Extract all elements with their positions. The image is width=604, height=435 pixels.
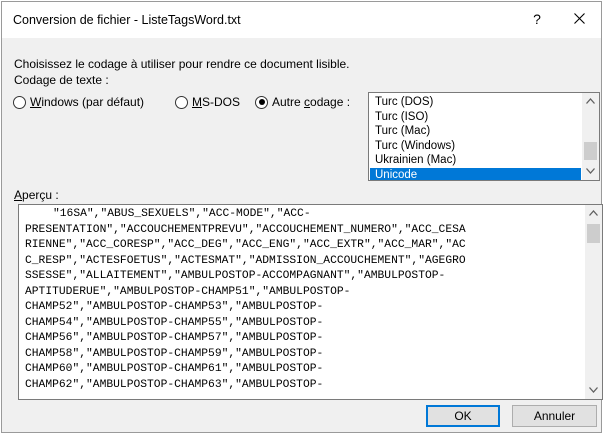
preview-line: CHAMP52","AMBULPOSTOP-CHAMP53","AMBULPOS…: [25, 301, 324, 314]
encoding-option[interactable]: Ukrainien (Mac): [370, 153, 581, 168]
preview-line: "16SA","ABUS_SEXUELS","ACC-MODE","ACC-: [53, 208, 311, 220]
encoding-option[interactable]: Unicode: [370, 167, 581, 180]
title-bar: Conversion de fichier - ListeTagsWord.tx…: [2, 2, 601, 38]
radio-button-windows[interactable]: [13, 95, 26, 109]
preview-line: CHAMP60","AMBULPOSTOP-CHAMP61","AMBULPOS…: [25, 363, 324, 376]
preview-text: "16SA","ABUS_SEXUELS","ACC-MODE","ACC- PR…: [25, 207, 581, 394]
radio-windows-label: Windows (par défaut): [30, 95, 145, 109]
preview-scroll-thumb[interactable]: [587, 224, 600, 243]
radio-button-other-encoding[interactable]: [255, 95, 268, 109]
chevron-down-icon: [586, 168, 595, 174]
preview-line: CHAMP62","AMBULPOSTOP-CHAMP63","AMBULPOS…: [25, 379, 324, 392]
encoding-option[interactable]: Turc (ISO): [370, 110, 581, 125]
radio-msdos-label: MS-DOS: [192, 95, 241, 109]
radio-windows-default[interactable]: Windows (par défaut): [13, 93, 144, 111]
preview-label: Aperçu :: [14, 188, 59, 202]
preview-line: C_RESP","ACTESFOETUS","ACTESMAT","ADMISS…: [25, 254, 466, 267]
preview-line: APTITUDERUE","AMBULPOSTOP-CHAMP51","AMBU…: [25, 285, 351, 298]
preview-scrollbar[interactable]: [585, 205, 602, 399]
radio-msdos[interactable]: MS-DOS: [175, 93, 240, 111]
scroll-up-button[interactable]: [582, 93, 599, 110]
radio-other-encoding[interactable]: Autre codage :: [255, 93, 350, 111]
preview-scroll-down-button[interactable]: [585, 382, 602, 399]
preview-scroll-up-button[interactable]: [585, 205, 602, 222]
cancel-button[interactable]: Annuler: [512, 405, 597, 427]
encoding-option[interactable]: Turc (Windows): [370, 139, 581, 154]
preview-line: PRESENTATION","ACCOUCHEMENTPREVU","ACCOU…: [25, 223, 466, 236]
instruction-text: Choisissez le codage à utiliser pour ren…: [14, 57, 350, 71]
encoding-group-label: Codage de texte :: [14, 73, 109, 87]
encoding-list-items: Turc (DOS) Turc (ISO) Turc (Mac) Turc (Wind…: [370, 95, 581, 180]
encoding-option[interactable]: Turc (DOS): [370, 95, 581, 110]
encoding-listbox-scrollbar[interactable]: [582, 93, 599, 180]
chevron-up-icon: [586, 98, 595, 104]
preview-line: CHAMP56","AMBULPOSTOP-CHAMP57","AMBULPOS…: [25, 332, 324, 345]
help-button[interactable]: ?: [522, 5, 552, 33]
preview-line: RIENNE","ACC_CORESP","ACC_DEG","ACC_ENG"…: [25, 239, 466, 252]
encoding-listbox[interactable]: Turc (DOS) Turc (ISO) Turc (Mac) Turc (Wind…: [368, 92, 600, 181]
preview-line: SSESSE","ALLAITEMENT","AMBULPOSTOP-ACCOM…: [25, 270, 446, 283]
scroll-down-button[interactable]: [582, 163, 599, 180]
preview-pane[interactable]: "16SA","ABUS_SEXUELS","ACC-MODE","ACC- PR…: [18, 204, 603, 400]
window-title: Conversion de fichier - ListeTagsWord.tx…: [13, 13, 241, 27]
chevron-up-icon: [589, 210, 598, 216]
radio-other-label: Autre codage :: [272, 95, 351, 109]
radio-button-msdos[interactable]: [175, 95, 188, 109]
ok-button[interactable]: OK: [426, 405, 500, 427]
preview-line: CHAMP58","AMBULPOSTOP-CHAMP59","AMBULPOS…: [25, 347, 324, 360]
chevron-down-icon: [589, 387, 598, 393]
close-icon: [574, 13, 585, 24]
file-conversion-dialog: Conversion de fichier - ListeTagsWord.tx…: [1, 1, 603, 433]
scroll-thumb[interactable]: [584, 142, 597, 160]
encoding-option[interactable]: Turc (Mac): [370, 124, 581, 139]
preview-line: CHAMP54","AMBULPOSTOP-CHAMP55","AMBULPOS…: [25, 316, 324, 329]
close-button[interactable]: [565, 5, 595, 33]
